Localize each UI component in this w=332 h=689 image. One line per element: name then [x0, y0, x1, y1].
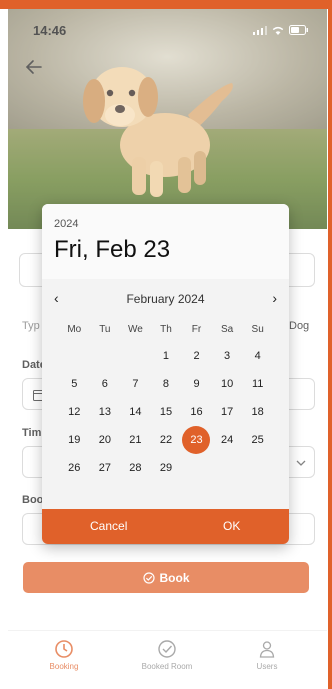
- date-picker-dialog: 2024 Fri, Feb 23 ‹ February 2024 › Mo Tu…: [42, 204, 289, 544]
- calendar-week: 26 27 28 29: [59, 454, 273, 482]
- calendar-day[interactable]: 26: [59, 454, 90, 482]
- calendar-day[interactable]: 13: [90, 398, 121, 426]
- weekday-label: Mo: [67, 324, 82, 335]
- weekday-header: Mo Tu We Th Fr Sa Su: [59, 324, 273, 335]
- calendar-day[interactable]: 4: [242, 342, 273, 370]
- ok-button[interactable]: OK: [223, 519, 240, 533]
- calendar-day[interactable]: 18: [242, 398, 273, 426]
- calendar-day[interactable]: 22: [151, 426, 182, 454]
- calendar-day[interactable]: 29: [151, 454, 182, 482]
- calendar-day[interactable]: 14: [120, 398, 151, 426]
- calendar-day[interactable]: 6: [90, 370, 121, 398]
- picker-selected-date: Fri, Feb 23: [54, 236, 171, 263]
- calendar-day[interactable]: 7: [120, 370, 151, 398]
- calendar-day[interactable]: 28: [120, 454, 151, 482]
- calendar-day[interactable]: 24: [212, 426, 243, 454]
- calendar-empty-cell: [90, 342, 121, 370]
- month-label: February 2024: [126, 292, 205, 306]
- calendar-week: 19 20 21 22 23 24 25: [59, 426, 273, 454]
- phone-screen: 14:46 Typ Dog Date Tim Boo Book Booking …: [8, 9, 327, 689]
- weekday-label: Th: [160, 324, 172, 335]
- chevron-right-icon[interactable]: ›: [272, 290, 277, 306]
- calendar-empty-cell: [120, 342, 151, 370]
- calendar-day[interactable]: 5: [59, 370, 90, 398]
- calendar-day[interactable]: 16: [181, 398, 212, 426]
- calendar-day[interactable]: 15: [151, 398, 182, 426]
- cancel-button[interactable]: Cancel: [90, 519, 127, 533]
- weekday-label: Tu: [99, 324, 111, 335]
- weekday-label: Fr: [191, 324, 202, 335]
- calendar-day[interactable]: 3: [212, 342, 243, 370]
- calendar-week: 5 6 7 8 9 10 11: [59, 370, 273, 398]
- calendar-day[interactable]: 20: [90, 426, 121, 454]
- calendar-day[interactable]: 27: [90, 454, 121, 482]
- weekday-label: Su: [251, 324, 264, 335]
- calendar-day[interactable]: 10: [212, 370, 243, 398]
- calendar-empty-cell: [181, 454, 212, 482]
- calendar-week: 12 13 14 15 16 17 18: [59, 398, 273, 426]
- dialog-actions: Cancel OK: [42, 509, 289, 544]
- calendar-day[interactable]: 19: [59, 426, 90, 454]
- calendar-day[interactable]: 21: [120, 426, 151, 454]
- calendar-day[interactable]: 9: [181, 370, 212, 398]
- calendar-day-selected[interactable]: 23: [181, 426, 212, 454]
- calendar-week: 1234: [59, 342, 273, 370]
- calendar-day[interactable]: 2: [181, 342, 212, 370]
- weekday-label: We: [127, 324, 143, 335]
- date-picker-header: 2024 Fri, Feb 23: [42, 204, 289, 279]
- calendar-day[interactable]: 17: [212, 398, 243, 426]
- calendar-empty-cell: [59, 342, 90, 370]
- picker-year[interactable]: 2024: [54, 218, 78, 230]
- calendar-empty-cell: [212, 454, 243, 482]
- calendar-day[interactable]: 25: [242, 426, 273, 454]
- calendar-day[interactable]: 8: [151, 370, 182, 398]
- month-navigation: ‹ February 2024 ›: [42, 290, 289, 310]
- calendar-empty-cell: [242, 454, 273, 482]
- weekday-label: Sa: [220, 324, 234, 335]
- calendar-day[interactable]: 1: [151, 342, 182, 370]
- calendar-day[interactable]: 11: [242, 370, 273, 398]
- calendar-day[interactable]: 12: [59, 398, 90, 426]
